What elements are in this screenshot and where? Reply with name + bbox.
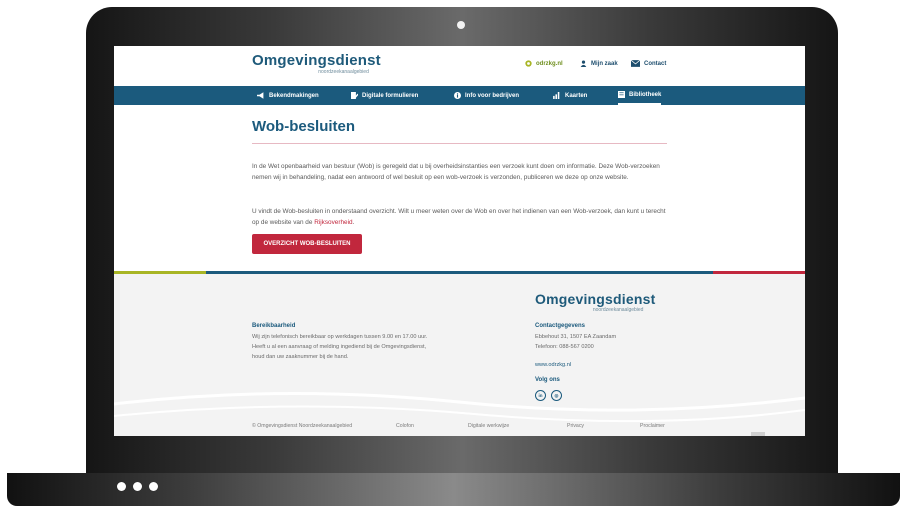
info-paragraph: U vindt de Wob-besluiten in onderstaand …	[252, 206, 667, 228]
instagram-icon[interactable]: ◎	[551, 390, 562, 401]
colofon-link[interactable]: Colofon	[396, 423, 414, 429]
envelope-icon	[631, 60, 640, 67]
nav-label: Kaarten	[565, 92, 588, 99]
nav-item-kaarten[interactable]: Kaarten	[553, 86, 587, 105]
rijksoverheid-link[interactable]: Rijksoverheid	[314, 219, 352, 226]
site-footer: Omgevingsdienst noordzeekanaalgebied Ber…	[114, 274, 805, 436]
nav-item-info-bedrijven[interactable]: Info voor bedrijven	[454, 86, 519, 105]
nav-label: Bekendmakingen	[269, 92, 319, 99]
odr-link[interactable]: odrzkg.nl	[525, 60, 563, 67]
mijn-zaak-label: Mijn zaak	[591, 60, 618, 67]
browser-screen: Omgevingsdienst noordzeekanaalgebied odr…	[114, 46, 805, 436]
megaphone-icon	[257, 92, 264, 99]
nav-label: Bibliotheek	[629, 91, 662, 98]
dot	[117, 482, 126, 491]
nav-item-digitale-formulieren[interactable]: Digitale formulieren	[351, 86, 418, 105]
bereikbaarheid-line: houd dan uw zaaknummer bij de hand.	[252, 354, 349, 360]
digitale-werkwijze-link[interactable]: Digitale werkwijze	[468, 423, 509, 429]
nav-item-bibliotheek[interactable]: Bibliotheek	[618, 86, 662, 105]
odr-link-label: odrzkg.nl	[536, 60, 563, 67]
mijn-zaak-link[interactable]: Mijn zaak	[580, 60, 618, 67]
info-circle-icon	[454, 92, 461, 99]
site-header: Omgevingsdienst noordzeekanaalgebied odr…	[114, 46, 805, 86]
privacy-link[interactable]: Privacy	[567, 423, 584, 429]
site-logo[interactable]: Omgevingsdienst noordzeekanaalgebied	[252, 52, 381, 76]
camera-dot	[457, 21, 465, 29]
footer-logo-subtitle: noordzeekanaalgebied	[592, 307, 644, 313]
user-icon	[580, 60, 587, 67]
social-links: in ◎	[535, 390, 562, 401]
logo-title: Omgevingsdienst	[252, 52, 381, 69]
main-nav: Bekendmakingen Digitale formulieren Info…	[114, 86, 805, 105]
bereikbaarheid-heading: Bereikbaarheid	[252, 323, 296, 329]
contact-label: Contact	[644, 60, 667, 67]
dot	[133, 482, 142, 491]
bereikbaarheid-line: Wij zijn telefonisch bereikbaar op werkd…	[252, 334, 428, 340]
back-to-top-tab[interactable]	[751, 432, 765, 436]
logo-subtitle: noordzeekanaalgebied	[318, 69, 369, 75]
proclaimer-link[interactable]: Proclaimer	[640, 423, 665, 429]
info-text-end: .	[352, 219, 355, 226]
phone-text: Telefoon: 088-567 0200	[535, 344, 594, 350]
nav-label: Info voor bedrijven	[465, 92, 520, 99]
decorative-waves	[114, 391, 805, 423]
copyright-text: © Omgevingsdienst Noordzeekanaalgebied	[252, 423, 353, 429]
footer-logo[interactable]: Omgevingsdienst noordzeekanaalgebied	[535, 291, 655, 313]
address-text: Ebbehout 31, 1507 EA Zaandam	[535, 334, 617, 340]
linkedin-icon[interactable]: in	[535, 390, 546, 401]
contactgegevens-heading: Contactgegevens	[535, 323, 586, 329]
nav-item-bekendmakingen[interactable]: Bekendmakingen	[257, 86, 319, 105]
page-title: Wob-besluiten	[252, 118, 356, 135]
book-icon	[618, 91, 625, 98]
form-pen-icon	[351, 92, 358, 99]
overzicht-wob-besluiten-button[interactable]: OVERZICHT WOB-BESLUITEN	[252, 234, 362, 254]
contact-link[interactable]: Contact	[631, 60, 666, 67]
nav-label: Digitale formulieren	[362, 92, 419, 99]
dot	[149, 482, 158, 491]
map-pin-icon	[553, 92, 560, 99]
decorative-dots	[117, 482, 158, 491]
footer-logo-title: Omgevingsdienst	[535, 291, 656, 307]
intro-paragraph: In de Wet openbaarheid van bestuur (Wob)…	[252, 163, 660, 181]
website-link[interactable]: www.odrzkg.nl	[535, 362, 571, 368]
globe-icon	[525, 60, 532, 67]
bereikbaarheid-line: Heeft u al een aanvraag of melding inged…	[252, 344, 427, 350]
volg-ons-heading: Volg ons	[535, 377, 560, 383]
title-divider	[252, 143, 667, 144]
